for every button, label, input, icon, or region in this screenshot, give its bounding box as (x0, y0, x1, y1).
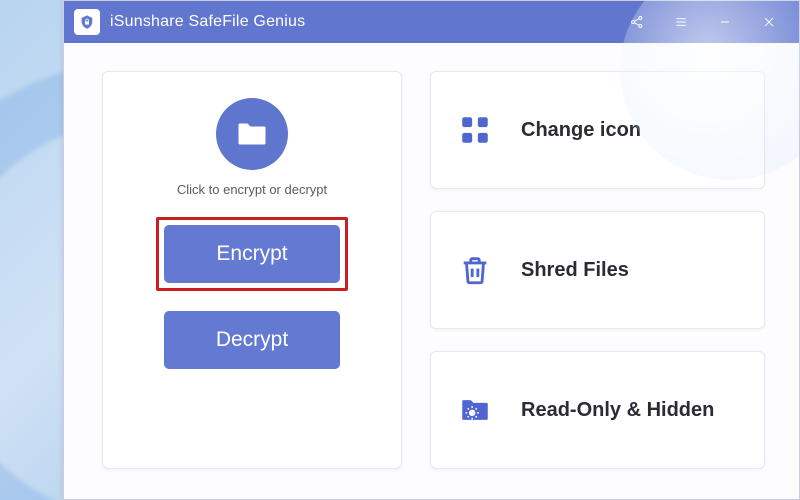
hint-text: Click to encrypt or decrypt (177, 182, 327, 197)
app-title: iSunshare SafeFile Genius (110, 13, 305, 31)
shred-files-card[interactable]: Shred Files (430, 211, 765, 329)
grid-icon (453, 108, 497, 152)
app-logo-icon (74, 9, 100, 35)
shred-files-label: Shred Files (521, 258, 629, 283)
titlebar: iSunshare SafeFile Genius (64, 1, 799, 43)
folder-icon (216, 98, 288, 170)
change-icon-label: Change icon (521, 118, 641, 143)
content-area: Click to encrypt or decrypt Encrypt Decr… (64, 43, 799, 499)
encrypt-highlight: Encrypt (156, 217, 348, 291)
feature-list: Change icon Shred Files Read-Only & Hidd… (430, 71, 765, 469)
readonly-hidden-card[interactable]: Read-Only & Hidden (430, 351, 765, 469)
change-icon-card[interactable]: Change icon (430, 71, 765, 189)
folder-gear-icon (453, 388, 497, 432)
encrypt-decrypt-card: Click to encrypt or decrypt Encrypt Decr… (102, 71, 402, 469)
trash-icon (453, 248, 497, 292)
readonly-hidden-label: Read-Only & Hidden (521, 398, 714, 423)
encrypt-button[interactable]: Encrypt (164, 225, 340, 283)
share-button[interactable] (615, 1, 659, 43)
decrypt-button[interactable]: Decrypt (164, 311, 340, 369)
minimize-button[interactable] (703, 1, 747, 43)
titlebar-actions (615, 1, 791, 43)
app-window: iSunshare SafeFile Genius Click to encry… (63, 0, 800, 500)
menu-button[interactable] (659, 1, 703, 43)
close-button[interactable] (747, 1, 791, 43)
